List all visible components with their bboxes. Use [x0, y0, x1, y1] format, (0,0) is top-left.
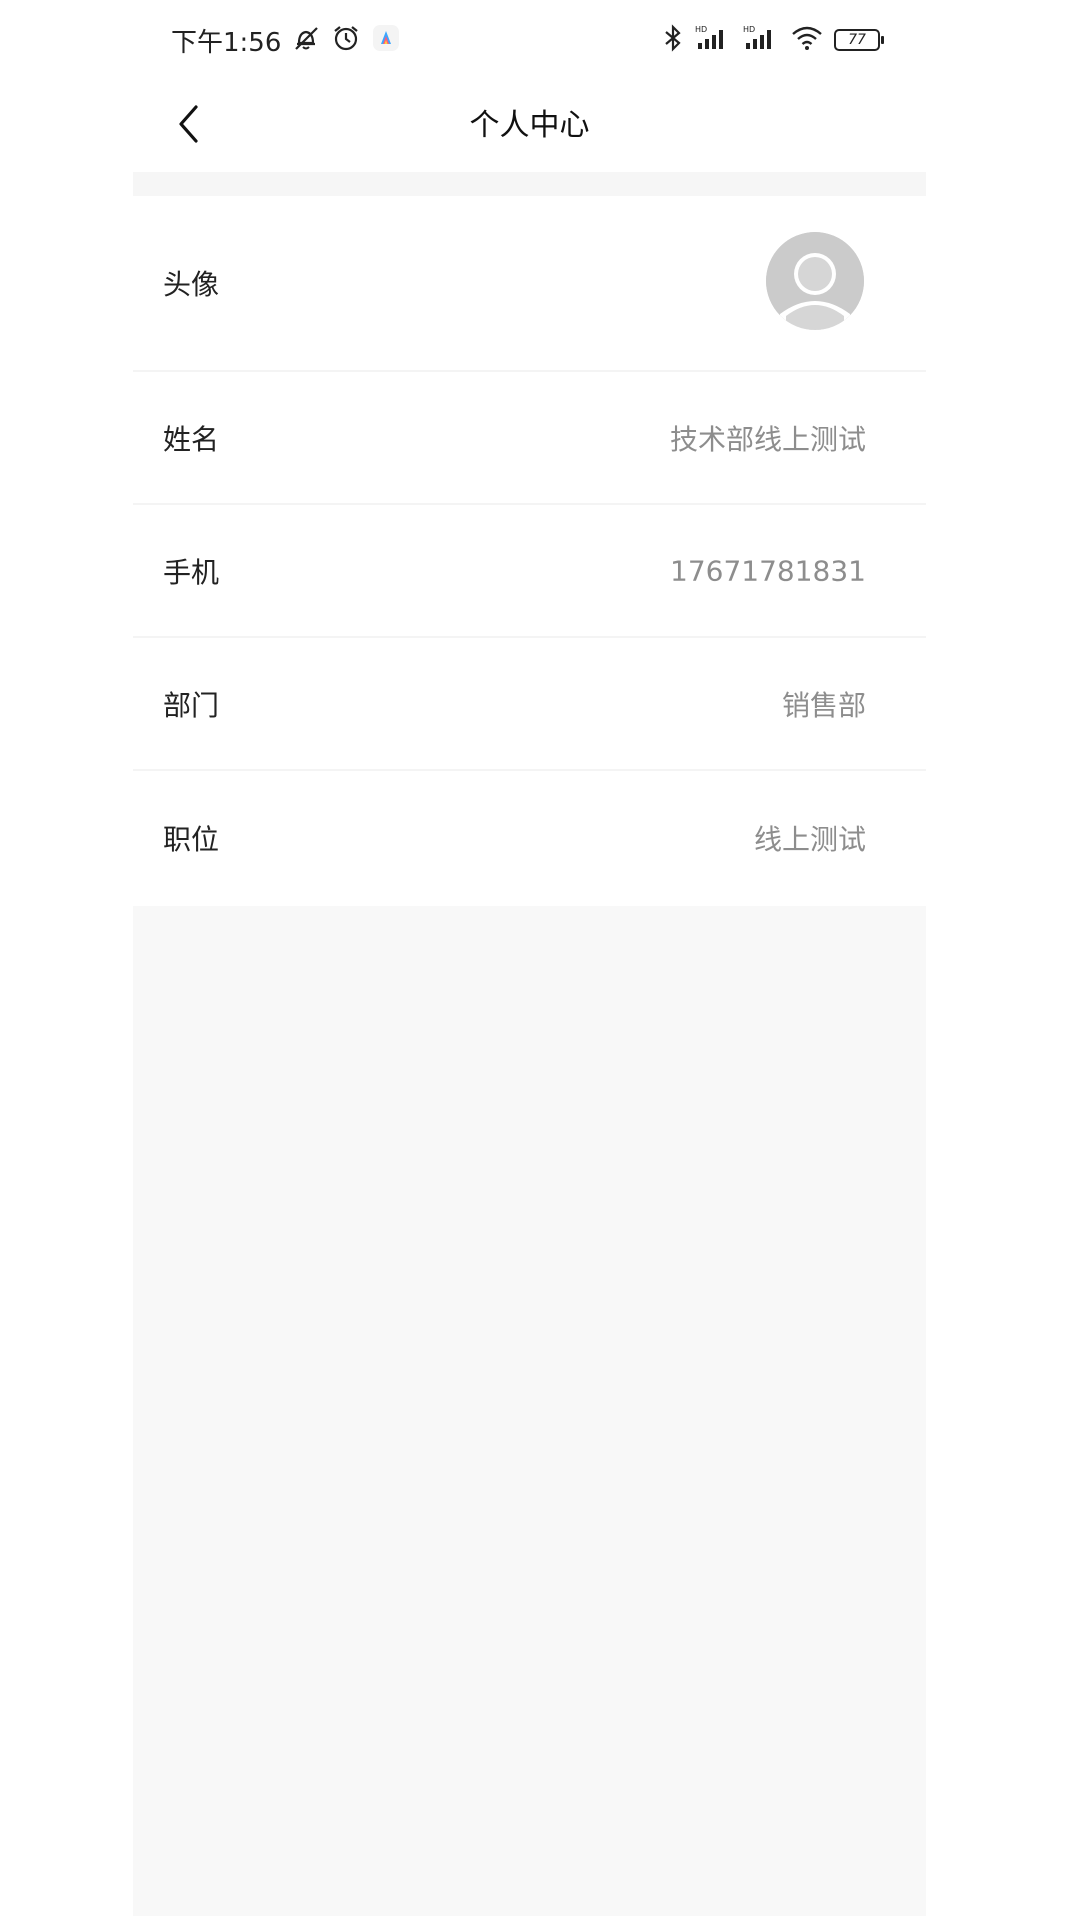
- avatar-row[interactable]: 头像: [133, 196, 926, 372]
- bluetooth-icon: [662, 23, 684, 57]
- hd-signal-icon: HD: [694, 23, 732, 57]
- position-value: 线上测试: [753, 822, 866, 856]
- name-label: 姓名: [163, 422, 220, 456]
- nav-bar: 个人中心: [133, 80, 926, 172]
- list-item[interactable]: 手机 17671781831: [133, 505, 926, 638]
- avatar[interactable]: [766, 232, 864, 330]
- section-gap: [133, 172, 926, 196]
- list-item[interactable]: 姓名 技术部线上测试: [133, 372, 926, 505]
- status-time: 下午1:56: [171, 27, 282, 58]
- battery-icon: 77: [834, 29, 884, 51]
- page-title: 个人中心: [469, 108, 590, 143]
- user-placeholder-icon: [766, 232, 864, 330]
- name-value: 技术部线上测试: [669, 422, 866, 456]
- wifi-icon: [790, 23, 824, 57]
- svg-text:HD: HD: [743, 25, 755, 34]
- phone-label: 手机: [163, 555, 220, 589]
- empty-background: [133, 906, 926, 1916]
- profile-list: 头像 姓名 技术部线上测试 手机 17671781831 部门 销售部 职位 线…: [133, 196, 926, 904]
- phone-screen: 下午1:56 HD HD 77 个人中心 头像 姓名 技术部线上测试 手机 17…: [133, 0, 926, 1916]
- phone-value: 17671781831: [670, 554, 866, 587]
- list-item[interactable]: 职位 线上测试: [133, 771, 926, 904]
- hd-signal-icon: HD: [742, 23, 780, 57]
- svg-text:HD: HD: [695, 25, 707, 34]
- department-label: 部门: [163, 688, 220, 722]
- status-left: 下午1:56: [171, 20, 401, 60]
- position-label: 职位: [163, 822, 220, 856]
- department-value: 销售部: [781, 688, 866, 722]
- status-bar: 下午1:56 HD HD 77: [133, 0, 926, 80]
- avatar-label: 头像: [163, 268, 220, 301]
- alarm-icon: [331, 23, 361, 57]
- status-right: HD HD 77: [662, 20, 884, 60]
- app-notification-icon: [371, 23, 401, 57]
- mute-bell-icon: [291, 23, 321, 57]
- back-button[interactable]: [163, 100, 215, 152]
- list-item[interactable]: 部门 销售部: [133, 638, 926, 771]
- chevron-left-icon: [174, 103, 204, 149]
